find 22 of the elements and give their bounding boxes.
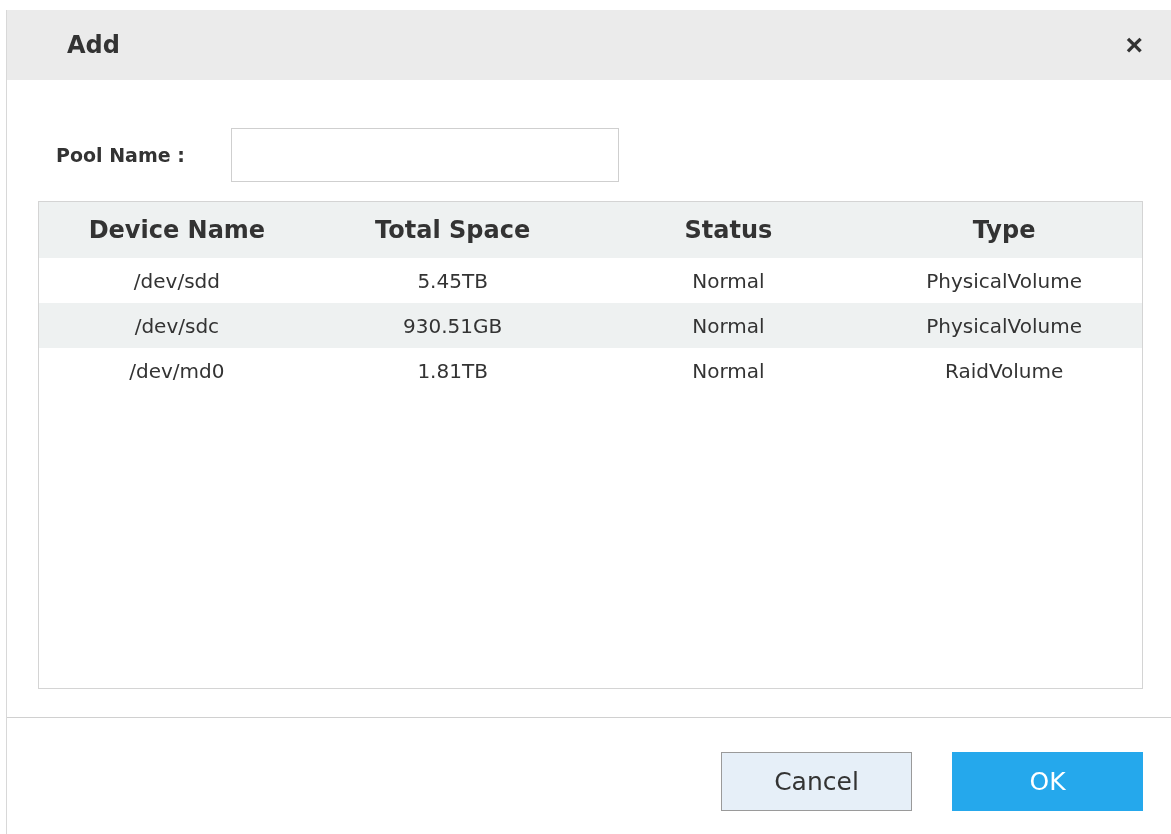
table-row[interactable]: /dev/sdc 930.51GB Normal PhysicalVolume xyxy=(39,303,1142,348)
table-cell-text: /dev/sdd xyxy=(132,268,221,293)
table-cell-text: /dev/sdc xyxy=(133,313,221,338)
table-cell-text: RaidVolume xyxy=(943,358,1065,383)
table-cell-text: 1.81TB xyxy=(416,358,489,383)
table-cell-text: Normal xyxy=(691,268,766,293)
column-header: Status xyxy=(683,216,774,244)
table-cell-text: 5.45TB xyxy=(416,268,489,293)
pool-name-label: Pool Name : xyxy=(56,144,185,166)
column-header: Type xyxy=(971,216,1037,244)
table-cell-text: PhysicalVolume xyxy=(925,313,1083,338)
dialog-title: Add xyxy=(67,31,120,59)
table-cell-text: 930.51GB xyxy=(402,313,504,338)
table-cell-text: Normal xyxy=(691,313,766,338)
cancel-button[interactable]: Cancel xyxy=(721,752,912,811)
close-button[interactable]: × xyxy=(1119,28,1149,62)
table-cell-text: PhysicalVolume xyxy=(925,268,1083,293)
table-cell-text: Normal xyxy=(691,358,766,383)
column-header: Total Space xyxy=(374,216,532,244)
pool-name-field[interactable] xyxy=(230,128,619,182)
table-cell-text: /dev/md0 xyxy=(128,358,226,383)
column-header: Device Name xyxy=(87,216,267,244)
